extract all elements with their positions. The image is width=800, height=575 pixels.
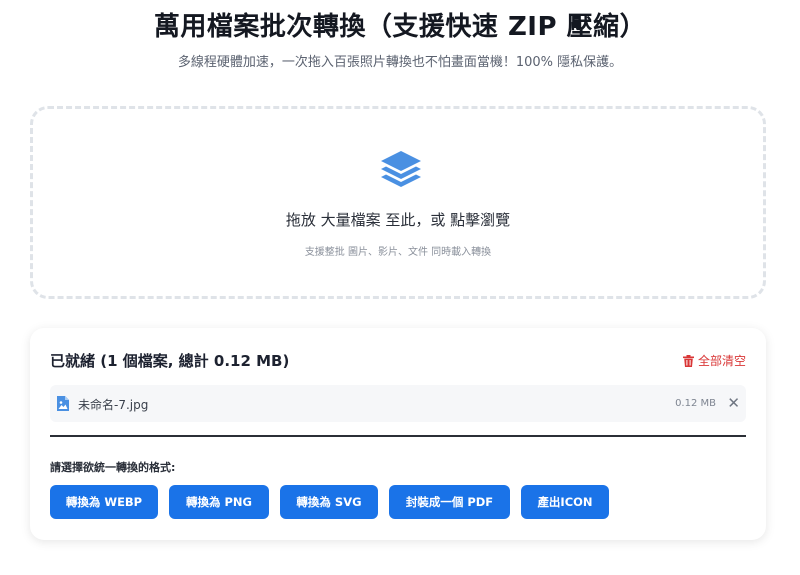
file-dropzone[interactable]: 拖放 大量檔案 至此，或 點擊瀏覽 支援整批 圖片、影片、文件 同時載入轉換 bbox=[30, 106, 766, 299]
clear-all-label: 全部清空 bbox=[697, 354, 746, 368]
file-size: 0.12 MB bbox=[675, 398, 716, 409]
dropzone-hint-text: 支援整批 圖片、影片、文件 同時載入轉換 bbox=[304, 247, 492, 258]
convert-webp-button[interactable]: 轉換為 WEBP bbox=[50, 485, 158, 519]
pack-pdf-button[interactable]: 封裝成一個 PDF bbox=[389, 485, 510, 519]
page-subtitle: 多線程硬體加速，一次拖入百張照片轉換也不怕畫面當機！100% 隱私保護。 bbox=[177, 55, 623, 70]
status-title: 已就緒 (1 個檔案, 總計 0.12 MB) bbox=[50, 352, 290, 370]
divider bbox=[50, 435, 746, 437]
format-button-group: 轉換為 WEBP 轉換為 PNG 轉換為 SVG 封裝成一個 PDF 產出ICO… bbox=[50, 485, 609, 519]
dropzone-main-text: 拖放 大量檔案 至此，或 點擊瀏覽 bbox=[285, 211, 511, 229]
convert-png-button[interactable]: 轉換為 PNG bbox=[169, 485, 269, 519]
convert-svg-button[interactable]: 轉換為 SVG bbox=[280, 485, 378, 519]
page-title: 萬用檔案批次轉換（支援快速 ZIP 壓縮） bbox=[153, 12, 647, 42]
clear-all-button[interactable]: 全部清空 bbox=[682, 352, 746, 369]
format-prompt: 請選擇欲統一轉換的格式: bbox=[50, 461, 176, 474]
image-file-icon bbox=[57, 396, 69, 411]
export-icon-button[interactable]: 產出ICON bbox=[521, 485, 609, 519]
trash-icon bbox=[682, 354, 694, 367]
remove-file-button[interactable]: ✕ bbox=[727, 394, 740, 412]
layers-icon bbox=[381, 151, 421, 187]
file-name: 未命名-7.jpg bbox=[78, 398, 149, 412]
file-list-item: 未命名-7.jpg 0.12 MB ✕ bbox=[50, 385, 746, 422]
file-panel: 已就緒 (1 個檔案, 總計 0.12 MB) 全部清空 未命名-7.jpg 0… bbox=[30, 328, 766, 540]
